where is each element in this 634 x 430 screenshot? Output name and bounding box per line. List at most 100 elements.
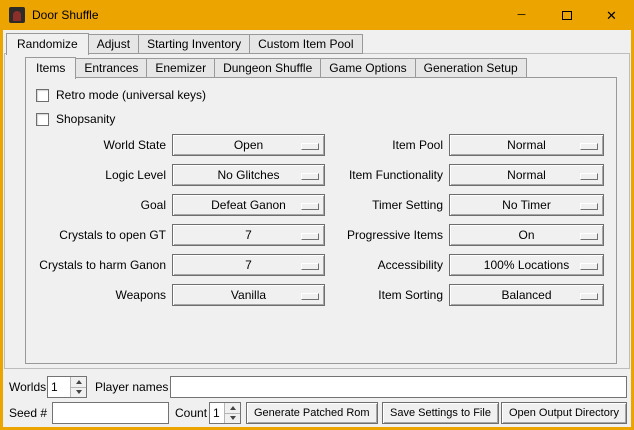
weapons-label: Weapons <box>28 288 166 302</box>
seed-label: Seed # <box>9 402 47 424</box>
dropdown-indicator-icon <box>580 173 598 180</box>
dropdown-indicator-icon <box>301 263 319 270</box>
dropdown-value: Balanced <box>501 288 551 302</box>
tab-generation-setup[interactable]: Generation Setup <box>415 58 527 78</box>
minimize-button[interactable]: ─ <box>499 0 544 30</box>
bottom-bar: Worlds Player names Seed # Count <box>3 369 631 427</box>
tab-game-options[interactable]: Game Options <box>320 58 415 78</box>
count-spinbox <box>209 402 241 424</box>
window-title: Door Shuffle <box>32 8 99 22</box>
worlds-spinbox <box>47 376 87 398</box>
tab-randomize[interactable]: Randomize <box>6 33 89 55</box>
dropdown-indicator-icon <box>301 203 319 210</box>
maximize-button[interactable] <box>544 0 589 30</box>
accessibility-dropdown[interactable]: 100% Locations <box>449 254 604 276</box>
dropdown-value: No Timer <box>502 198 551 212</box>
dropdown-indicator-icon <box>301 293 319 300</box>
dropdown-value: On <box>518 228 534 242</box>
dropdown-value: Open <box>234 138 263 152</box>
worlds-spin-up-button[interactable] <box>71 377 86 387</box>
crystals-harm-ganon-dropdown[interactable]: 7 <box>172 254 325 276</box>
count-label: Count <box>175 402 207 424</box>
count-input[interactable] <box>210 403 224 423</box>
item-pool-dropdown[interactable]: Normal <box>449 134 604 156</box>
crystals-open-gt-dropdown[interactable]: 7 <box>172 224 325 246</box>
dropdown-indicator-icon <box>580 233 598 240</box>
item-functionality-label: Item Functionality <box>331 168 443 182</box>
world-state-dropdown[interactable]: Open <box>172 134 325 156</box>
tab-enemizer[interactable]: Enemizer <box>146 58 215 78</box>
worlds-row: Worlds Player names <box>3 376 631 398</box>
down-arrow-icon <box>76 390 82 394</box>
world-state-label: World State <box>28 138 166 152</box>
seed-row: Seed # Count Generate Patched Rom Save S… <box>3 402 631 424</box>
timer-setting-dropdown[interactable]: No Timer <box>449 194 604 216</box>
retro-mode-label: Retro mode (universal keys) <box>56 88 206 102</box>
save-settings-button[interactable]: Save Settings to File <box>382 402 499 424</box>
generate-patched-rom-button[interactable]: Generate Patched Rom <box>246 402 378 424</box>
progressive-items-dropdown[interactable]: On <box>449 224 604 246</box>
dropdown-value: 100% Locations <box>484 258 569 272</box>
titlebar: Door Shuffle ─ ✕ <box>0 0 634 30</box>
dropdown-value: Defeat Ganon <box>211 198 286 212</box>
count-spin-down-button[interactable] <box>225 413 240 424</box>
client-area: Randomize Adjust Starting Inventory Cust… <box>3 30 631 427</box>
main-tab-bar: Randomize Adjust Starting Inventory Cust… <box>3 33 631 54</box>
dropdown-indicator-icon <box>580 263 598 270</box>
tab-items[interactable]: Items <box>25 57 76 79</box>
tab-dungeon-shuffle[interactable]: Dungeon Shuffle <box>214 58 321 78</box>
player-names-label: Player names <box>95 376 168 398</box>
shopsanity-checkbox[interactable] <box>36 113 49 126</box>
progressive-items-label: Progressive Items <box>331 228 443 242</box>
open-output-directory-button[interactable]: Open Output Directory <box>501 402 627 424</box>
close-icon: ✕ <box>606 9 617 22</box>
dropdown-indicator-icon <box>301 173 319 180</box>
dropdown-indicator-icon <box>580 203 598 210</box>
item-pool-label: Item Pool <box>331 138 443 152</box>
shopsanity-label: Shopsanity <box>56 112 115 126</box>
up-arrow-icon <box>230 406 236 410</box>
window-controls: ─ ✕ <box>499 0 634 30</box>
dropdown-value: Vanilla <box>231 288 266 302</box>
sub-tab-bar: Items Entrances Enemizer Dungeon Shuffle… <box>5 57 629 78</box>
tab-custom-item-pool[interactable]: Custom Item Pool <box>249 34 362 54</box>
item-functionality-dropdown[interactable]: Normal <box>449 164 604 186</box>
tab-entrances[interactable]: Entrances <box>75 58 147 78</box>
logic-level-dropdown[interactable]: No Glitches <box>172 164 325 186</box>
goal-label: Goal <box>28 198 166 212</box>
timer-setting-label: Timer Setting <box>331 198 443 212</box>
player-names-input[interactable] <box>170 376 627 398</box>
count-spin-up-button[interactable] <box>225 403 240 413</box>
shopsanity-row: Shopsanity <box>36 110 616 128</box>
app-icon <box>9 7 25 23</box>
dropdown-indicator-icon <box>580 143 598 150</box>
settings-grid: World State Open Item Pool Normal Logic … <box>28 134 608 306</box>
dropdown-value: 7 <box>245 258 252 272</box>
dropdown-indicator-icon <box>301 233 319 240</box>
count-spin-arrows <box>224 403 240 423</box>
tab-starting-inventory[interactable]: Starting Inventory <box>138 34 250 54</box>
item-sorting-dropdown[interactable]: Balanced <box>449 284 604 306</box>
dropdown-indicator-icon <box>580 293 598 300</box>
accessibility-label: Accessibility <box>331 258 443 272</box>
close-button[interactable]: ✕ <box>589 0 634 30</box>
dropdown-indicator-icon <box>301 143 319 150</box>
tab-adjust[interactable]: Adjust <box>88 34 139 54</box>
crystals-harm-ganon-label: Crystals to harm Ganon <box>28 258 166 272</box>
item-sorting-label: Item Sorting <box>331 288 443 302</box>
worlds-spin-down-button[interactable] <box>71 387 86 398</box>
dropdown-value: Normal <box>507 138 546 152</box>
retro-mode-row: Retro mode (universal keys) <box>36 86 616 104</box>
logic-level-label: Logic Level <box>28 168 166 182</box>
worlds-label: Worlds <box>9 376 46 398</box>
worlds-input[interactable] <box>48 377 70 397</box>
items-panel: Retro mode (universal keys) Shopsanity W… <box>25 77 617 364</box>
weapons-dropdown[interactable]: Vanilla <box>172 284 325 306</box>
up-arrow-icon <box>76 380 82 384</box>
retro-mode-checkbox[interactable] <box>36 89 49 102</box>
seed-input[interactable] <box>52 402 169 424</box>
dropdown-value: 7 <box>245 228 252 242</box>
down-arrow-icon <box>230 416 236 420</box>
goal-dropdown[interactable]: Defeat Ganon <box>172 194 325 216</box>
dropdown-value: Normal <box>507 168 546 182</box>
